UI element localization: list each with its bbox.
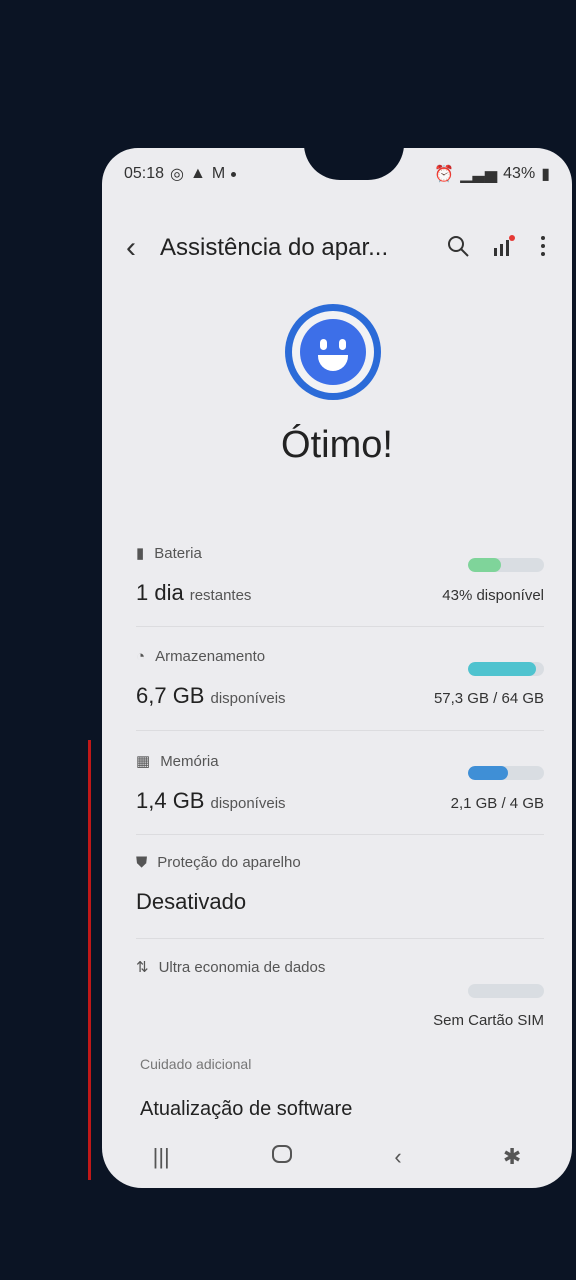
memory-unit: disponíveis <box>210 795 286 812</box>
memory-chip-icon: ▦ <box>136 753 151 770</box>
stats-icon[interactable] <box>492 234 516 263</box>
protection-label: Proteção do aparelho <box>157 854 301 871</box>
memory-section[interactable]: ▦ Memória 1,4 GB disponíveis 2,1 GB / 4 GB <box>136 752 544 814</box>
software-update-item[interactable]: Atualização de software <box>140 1098 352 1121</box>
recent-apps-button[interactable]: ||| <box>153 1144 170 1170</box>
battery-bar <box>468 558 544 572</box>
divider <box>136 730 544 731</box>
status-time: 05:18 <box>124 165 165 182</box>
gmail-icon: M <box>211 165 226 182</box>
device-status-text: Ótimo! <box>281 424 393 466</box>
back-nav-button[interactable]: ‹ <box>394 1144 401 1170</box>
battery-right: 43% disponível <box>442 587 544 604</box>
data-saver-label: Ultra economia de dados <box>158 958 326 976</box>
shield-icon: ⛊ <box>136 854 148 871</box>
battery-unit: restantes <box>189 587 252 604</box>
storage-section[interactable]: ◔ Armazenamento 6,7 GB disponíveis 57,3 GB… <box>136 648 544 709</box>
divider <box>136 834 544 835</box>
data-saver-right: Sem Cartão SIM <box>433 1012 544 1029</box>
back-button[interactable]: ‹ <box>126 233 160 263</box>
battery-icon: ▮ <box>541 166 550 183</box>
storage-right: 57,3 GB / 64 GB <box>433 690 544 707</box>
status-bar: 05:18 ◎ ▲ M ⏰ ▁▃▅ 43% ▮ <box>124 162 550 186</box>
battery-section[interactable]: ▮ Bateria 1 dia restantes 43% disponível <box>136 544 544 606</box>
storage-bar <box>468 662 544 676</box>
storage-unit: disponíveis <box>210 690 286 707</box>
battery-value: 1 dia <box>136 580 184 605</box>
search-icon[interactable] <box>446 234 470 263</box>
storage-value: 6,7 GB <box>136 683 205 708</box>
battery-label: Bateria <box>154 544 202 562</box>
notification-icon: ▲ <box>190 165 206 182</box>
smiley-face-icon <box>285 304 381 400</box>
battery-percent: 43% <box>503 165 536 182</box>
memory-value: 1,4 GB <box>136 788 205 813</box>
app-bar: ‹ Assistência do apar... <box>126 226 548 270</box>
alarm-icon: ⏰ <box>434 166 455 183</box>
home-button[interactable] <box>271 1143 293 1171</box>
page-title: Assistência do apar... <box>160 234 389 261</box>
more-options-icon[interactable] <box>538 234 548 263</box>
more-notifications-icon <box>231 171 237 177</box>
whatsapp-icon: ◎ <box>170 166 185 183</box>
care-header: Cuidado adicional <box>140 1056 252 1072</box>
storage-label: Armazenamento <box>155 648 266 665</box>
divider <box>136 938 544 939</box>
storage-icon: ◔ <box>136 648 146 665</box>
screen-edge-artifact <box>88 740 91 1180</box>
data-saver-bar <box>468 984 544 998</box>
data-saver-section[interactable]: ⇅ Ultra economia de dados Sem Cartão SIM <box>136 958 544 1029</box>
protection-value: Desativado <box>136 889 247 914</box>
memory-bar <box>468 766 544 780</box>
battery-small-icon: ▮ <box>136 545 145 562</box>
data-saver-icon: ⇅ <box>136 959 149 976</box>
accessibility-icon[interactable]: ✱ <box>503 1144 521 1170</box>
phone-screen: 05:18 ◎ ▲ M ⏰ ▁▃▅ 43% ▮ ‹ Assistência do… <box>102 148 572 1188</box>
signal-icon: ▁▃▅ <box>460 166 498 183</box>
navigation-bar: ||| ‹ ✱ <box>102 1126 572 1188</box>
divider <box>136 626 544 627</box>
memory-right: 2,1 GB / 4 GB <box>450 795 544 812</box>
memory-label: Memória <box>160 752 219 770</box>
protection-section[interactable]: ⛊ Proteção do aparelho Desativado <box>136 854 544 915</box>
